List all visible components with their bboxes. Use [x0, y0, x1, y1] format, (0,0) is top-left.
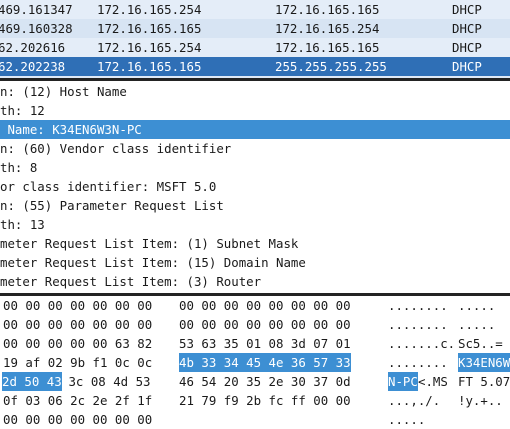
detail-line-selected[interactable]: Name: K34EN6W3N-PC	[0, 120, 510, 139]
packet-row[interactable]: 469.160328 172.16.165.165 172.16.165.254…	[0, 19, 510, 38]
hex-bytes: 19 af 02 9b f1 0c 0c	[3, 355, 153, 370]
packet-source: 172.16.165.165	[97, 21, 202, 36]
packet-time: 469.161347	[0, 2, 73, 17]
hex-bytes: 0f 03 06 2c 2e 2f 1f	[3, 393, 153, 408]
hex-row[interactable]: 00 00 00 00 00 00 00 00 00 00 00 00 00 0…	[0, 315, 510, 334]
packet-source: 172.16.165.254	[97, 40, 202, 55]
detail-text: Name: K34EN6W3N-PC	[0, 122, 142, 137]
packet-time: 62.202616	[0, 40, 66, 55]
packet-protocol: DHCP	[452, 40, 482, 55]
hex-bytes: 00 00 00 00 00 63 82	[3, 336, 153, 351]
hex-bytes: 00 00 00 00 00 00 00 00	[179, 298, 351, 313]
hex-bytes: 46 54 20 35 2e 30 37 0d	[179, 374, 351, 389]
ascii-text: ...,./.	[388, 393, 441, 408]
detail-text: n: (60) Vendor class identifier	[0, 141, 232, 156]
packet-source: 172.16.165.254	[97, 2, 202, 17]
hex-bytes: 00 00 00 00 00 00 00	[3, 298, 153, 313]
detail-text: n: (55) Parameter Request List	[0, 198, 224, 213]
hex-row[interactable]: 2d 50 43 3c 08 4d 53 46 54 20 35 2e 30 3…	[0, 372, 510, 391]
detail-line[interactable]: meter Request List Item: (3) Router	[0, 272, 510, 291]
packet-time: 469.160328	[0, 21, 73, 36]
ascii-text: <.MS	[418, 374, 448, 389]
detail-line[interactable]: meter Request List Item: (1) Subnet Mask	[0, 234, 510, 253]
packet-protocol: DHCP	[452, 2, 482, 17]
packet-details[interactable]: n: (12) Host Name th: 12 Name: K34EN6W3N…	[0, 81, 510, 293]
ascii-text-highlighted: K34EN6W	[458, 353, 510, 372]
hex-bytes: 53 63 35 01 08 3d 07 01	[179, 336, 351, 351]
hex-bytes: 21 79 f9 2b fc ff 00 00	[179, 393, 351, 408]
hex-row[interactable]: 00 00 00 00 00 00 00 00 00 00 00 00 00 0…	[0, 296, 510, 315]
hex-bytes: 00 00 00 00 00 00 00	[3, 317, 153, 332]
detail-text: th: 13	[0, 217, 45, 232]
detail-text: or class identifier: MSFT 5.0	[0, 179, 217, 194]
detail-text: th: 12	[0, 103, 45, 118]
packet-row-selected[interactable]: 62.202238 172.16.165.165 255.255.255.255…	[0, 57, 510, 76]
detail-line[interactable]: meter Request List Item: (15) Domain Nam…	[0, 253, 510, 272]
hex-row[interactable]: 19 af 02 9b f1 0c 0c 4b 33 34 45 4e 36 5…	[0, 353, 510, 372]
ascii-text-highlighted: N-PC	[388, 372, 418, 391]
ascii-text: ........	[388, 355, 448, 370]
packet-row[interactable]: 62.202616 172.16.165.254 172.16.165.165 …	[0, 38, 510, 57]
detail-line[interactable]: or class identifier: MSFT 5.0	[0, 177, 510, 196]
hex-row[interactable]: 00 00 00 00 00 00 00 .....	[0, 410, 510, 429]
hex-bytes: 3c 08 4d 53	[61, 374, 151, 389]
ascii-text: ........	[388, 298, 448, 313]
ascii-text: !y.+..	[458, 393, 503, 408]
detail-text: n: (12) Host Name	[0, 84, 127, 99]
detail-line[interactable]: n: (55) Parameter Request List	[0, 196, 510, 215]
packet-destination: 172.16.165.165	[275, 2, 380, 17]
packet-bytes[interactable]: 00 00 00 00 00 00 00 00 00 00 00 00 00 0…	[0, 296, 510, 429]
ascii-text: Sc5..=	[458, 336, 503, 351]
ascii-text: ........	[388, 317, 448, 332]
detail-text: meter Request List Item: (15) Domain Nam…	[0, 255, 306, 270]
detail-text: th: 8	[0, 160, 38, 175]
detail-text: meter Request List Item: (3) Router	[0, 274, 262, 289]
packet-list[interactable]: 469.161347 172.16.165.254 172.16.165.165…	[0, 0, 510, 78]
packet-destination: 172.16.165.254	[275, 21, 380, 36]
detail-line[interactable]: th: 13	[0, 215, 510, 234]
hex-bytes: 00 00 00 00 00 00 00	[3, 412, 153, 427]
detail-line[interactable]: th: 12	[0, 101, 510, 120]
ascii-text: .......c.	[388, 336, 456, 351]
ascii-text: .....	[458, 298, 496, 313]
packet-time: 62.202238	[0, 59, 66, 74]
detail-line[interactable]: n: (60) Vendor class identifier	[0, 139, 510, 158]
detail-line[interactable]: th: 8	[0, 158, 510, 177]
packet-protocol: DHCP	[452, 59, 482, 74]
packet-source: 172.16.165.165	[97, 59, 202, 74]
hex-bytes: 00 00 00 00 00 00 00 00	[179, 317, 351, 332]
packet-destination: 172.16.165.165	[275, 40, 380, 55]
packet-protocol: DHCP	[452, 21, 482, 36]
ascii-text: .....	[458, 317, 496, 332]
packet-row[interactable]: 469.161347 172.16.165.254 172.16.165.165…	[0, 0, 510, 19]
detail-text: meter Request List Item: (1) Subnet Mask	[0, 236, 299, 251]
detail-line[interactable]: n: (12) Host Name	[0, 82, 510, 101]
ascii-text: .....	[388, 412, 426, 427]
hex-row[interactable]: 0f 03 06 2c 2e 2f 1f 21 79 f9 2b fc ff 0…	[0, 391, 510, 410]
hex-row[interactable]: 00 00 00 00 00 63 82 53 63 35 01 08 3d 0…	[0, 334, 510, 353]
packet-destination: 255.255.255.255	[275, 59, 387, 74]
hex-bytes-highlighted: 4b 33 34 45 4e 36 57 33	[179, 353, 351, 372]
hex-bytes-highlighted: 2d 50 43	[2, 372, 62, 391]
ascii-text: FT 5.07	[458, 374, 510, 389]
